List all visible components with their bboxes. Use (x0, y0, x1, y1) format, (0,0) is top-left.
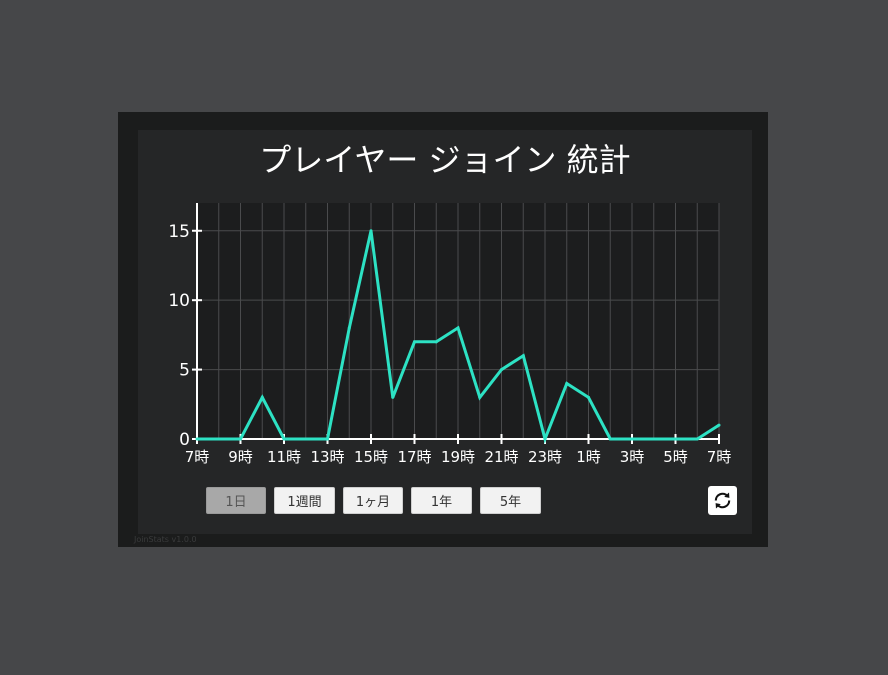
x-tick-label: 5時 (663, 448, 688, 466)
data-point (434, 340, 438, 344)
x-tick-label: 7時 (185, 448, 210, 466)
x-tick-label: 3時 (620, 448, 645, 466)
data-point (478, 395, 482, 399)
data-point (565, 381, 569, 385)
data-point (587, 395, 590, 399)
data-point (326, 437, 329, 441)
data-point (608, 437, 612, 441)
x-tick-label: 21時 (484, 448, 518, 466)
data-point (717, 423, 721, 427)
refresh-icon (714, 492, 731, 509)
x-tick-label: 15時 (354, 448, 388, 466)
data-point (652, 437, 656, 441)
data-point (391, 395, 395, 399)
data-point (521, 354, 525, 358)
version-label: JoinStats v1.0.0 (134, 535, 197, 544)
x-tick-label: 19時 (441, 448, 475, 466)
data-point (304, 437, 308, 441)
data-point (500, 368, 503, 372)
data-point (369, 229, 373, 233)
x-tick-label: 1時 (576, 448, 601, 466)
data-point (695, 437, 699, 441)
range-button-5years[interactable]: 5年 (480, 487, 541, 514)
data-point (630, 437, 634, 441)
data-point (347, 326, 351, 330)
refresh-button[interactable] (708, 486, 737, 515)
data-point (674, 437, 677, 441)
x-tick-label: 9時 (228, 448, 253, 466)
data-point (282, 437, 286, 441)
data-point (413, 340, 416, 344)
data-point (260, 395, 264, 399)
data-point (456, 326, 460, 330)
y-tick-label: 0 (179, 430, 190, 450)
data-point (195, 437, 199, 441)
join-stats-chart: 0 5 10 15 7時 9時 11時 13時 15時 17時 19時 21時 23時 1時 3時 5時 7時 (168, 203, 732, 466)
x-tick-label: 17時 (397, 448, 431, 466)
x-tick-label: 23時 (528, 448, 562, 466)
range-button-1year[interactable]: 1年 (411, 487, 472, 514)
data-point (543, 437, 547, 441)
data-point (239, 437, 242, 441)
y-tick-label: 10 (168, 291, 190, 311)
range-button-1week[interactable]: 1週間 (274, 487, 335, 514)
y-tick-label: 15 (168, 222, 190, 242)
range-button-1day[interactable]: 1日 (206, 487, 266, 514)
x-tick-label: 13時 (310, 448, 344, 466)
data-point (217, 437, 221, 441)
range-button-1month[interactable]: 1ヶ月 (343, 487, 403, 514)
x-tick-label: 7時 (707, 448, 732, 466)
y-tick-label: 5 (179, 361, 190, 381)
x-tick-label: 11時 (267, 448, 301, 466)
